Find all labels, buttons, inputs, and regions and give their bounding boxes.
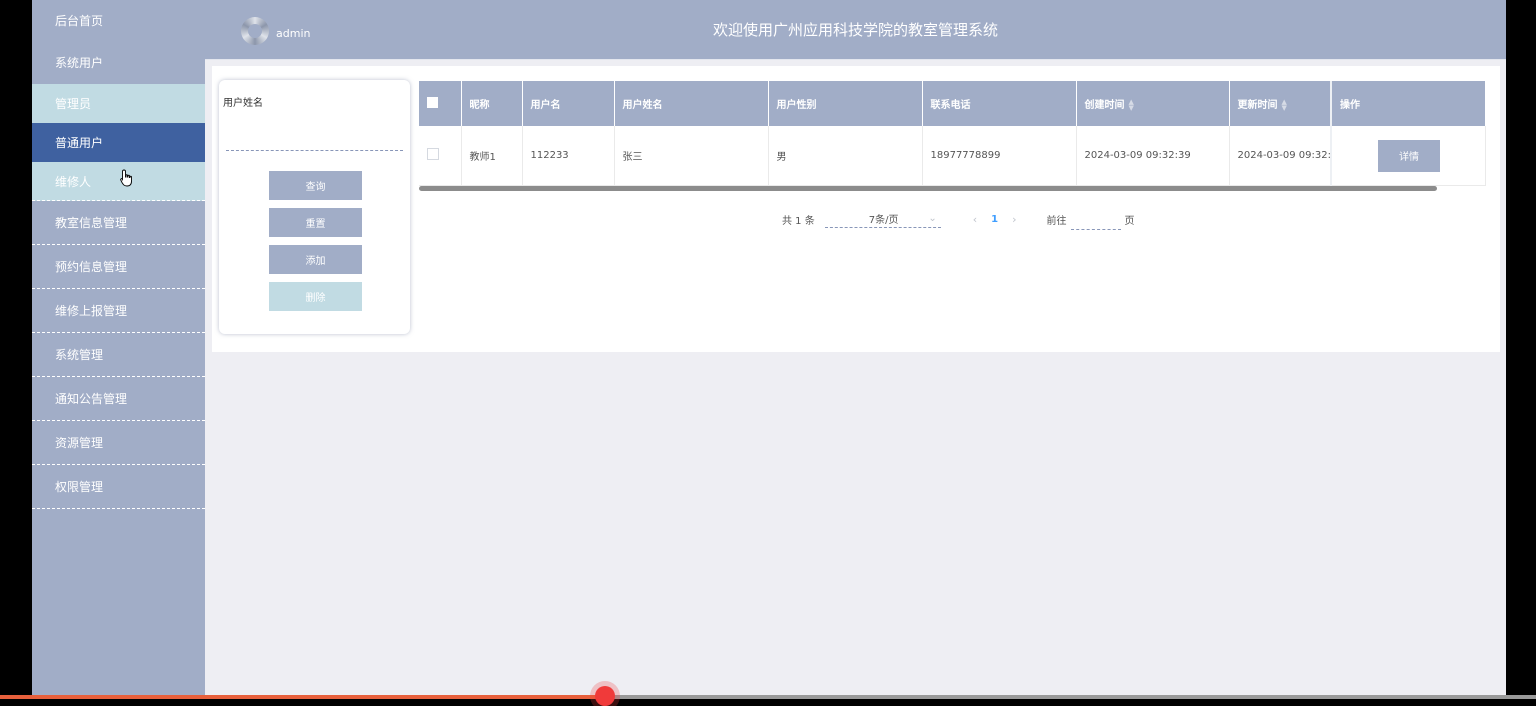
sidebar-item-label: 资源管理 (55, 436, 104, 450)
delete-button[interactable]: 删除 (269, 282, 362, 311)
cell-realname: 张三 (614, 126, 769, 186)
search-input[interactable] (226, 128, 403, 151)
hand-pointer-icon (120, 169, 134, 191)
top-header: admin 欢迎使用广州应用科技学院的教室管理系统 (205, 0, 1506, 60)
column-header-label: 创建时间 (1084, 100, 1125, 111)
column-header: 用户性别 (768, 81, 923, 126)
column-header: 联系电话 (922, 81, 1077, 126)
sidebar-item-home[interactable]: 后台首页 (32, 0, 205, 40)
sidebar-item-admin[interactable]: 管理员 (32, 84, 205, 123)
sidebar-item-label: 维修人 (55, 174, 92, 189)
search-field-label: 用户姓名 (223, 98, 263, 109)
table-header-row: 昵称 用户名 用户姓名 用户性别 联系电话 创建时间 ▲ ▼ 更新时间 ▲ ▼ 操作 (419, 81, 1486, 126)
cell-username: 112233 (522, 126, 615, 186)
sidebar-item-label: 后台首页 (55, 13, 104, 28)
sidebar-item-repair-staff[interactable]: 维修人 (32, 162, 205, 201)
sidebar-item-repair-report[interactable]: 维修上报管理 (32, 289, 205, 333)
sidebar-item-label: 系统管理 (55, 348, 104, 362)
column-header-label: 更新时间 (1237, 100, 1278, 111)
current-page-number[interactable]: 1 (991, 214, 998, 225)
cell-nickname: 教师1 (461, 126, 523, 186)
search-panel: 用户姓名 查询 重置 添加 删除 (219, 80, 410, 334)
sidebar-item-system-mgmt[interactable]: 系统管理 (32, 333, 205, 377)
column-header: 用户名 (522, 81, 615, 126)
page-size-value: 7条/页 (868, 215, 899, 226)
sidebar-item-classroom-info[interactable]: 教室信息管理 (32, 201, 205, 245)
pagination-total: 共 1 条 (782, 215, 815, 227)
sidebar-item-label: 教室信息管理 (55, 216, 128, 230)
sidebar-item-label: 普通用户 (55, 136, 104, 150)
column-header-updated[interactable]: 更新时间 ▲ ▼ (1229, 81, 1332, 126)
column-header: 昵称 (461, 81, 523, 126)
sidebar-item-system-users[interactable]: 系统用户 (32, 40, 205, 84)
sidebar-item-resources[interactable]: 资源管理 (32, 421, 205, 465)
sort-caret-icon[interactable]: ▲ ▼ (1129, 99, 1134, 112)
goto-page-input[interactable] (1070, 208, 1121, 230)
select-all-cell[interactable] (419, 81, 462, 126)
next-page-icon[interactable]: › (1012, 213, 1016, 226)
data-table: 昵称 用户名 用户姓名 用户性别 联系电话 创建时间 ▲ ▼ 更新时间 ▲ ▼ 操作 教… (419, 81, 1486, 186)
main-content: 用户姓名 查询 重置 添加 删除 昵称 用户名 用户姓名 用户性别 联系电话 创… (212, 66, 1500, 352)
cell-actions: 详情 (1330, 126, 1486, 186)
select-all-checkbox[interactable] (427, 96, 438, 108)
sidebar-item-label: 通知公告管理 (55, 392, 128, 406)
horizontal-scrollbar[interactable] (419, 186, 1437, 191)
detail-button[interactable]: 详情 (1378, 139, 1440, 172)
sidebar-item-notice[interactable]: 通知公告管理 (32, 377, 205, 421)
progress-knob[interactable] (595, 686, 616, 706)
sidebar-item-permissions[interactable]: 权限管理 (32, 465, 205, 509)
row-select-cell[interactable] (419, 126, 462, 186)
sidebar-item-reservation[interactable]: 预约信息管理 (32, 245, 205, 289)
cell-phone: 18977778899 (922, 126, 1077, 186)
sort-caret-icon[interactable]: ▲ ▼ (1282, 99, 1287, 112)
query-button[interactable]: 查询 (269, 171, 362, 200)
column-header-created[interactable]: 创建时间 ▲ ▼ (1076, 81, 1230, 126)
page-title: 欢迎使用广州应用科技学院的教室管理系统 (712, 21, 998, 39)
sidebar: 后台首页 系统用户 管理员 普通用户 维修人 教室信息管理 预约信息管理 维修上… (32, 0, 205, 699)
reset-button[interactable]: 重置 (269, 208, 362, 237)
cell-updated: 2024-03-09 09:32:3 (1229, 126, 1332, 186)
page-size-select[interactable]: 7条/页 ⌄ (824, 210, 941, 228)
chevron-down-icon: ⌄ (928, 213, 937, 224)
cell-gender: 男 (768, 126, 923, 186)
progress-fill (0, 695, 606, 699)
column-header: 操作 (1330, 81, 1486, 126)
video-progress-bar[interactable] (0, 686, 1536, 706)
row-checkbox[interactable] (427, 148, 439, 160)
sidebar-item-label: 预约信息管理 (55, 260, 128, 274)
data-table-container: 昵称 用户名 用户姓名 用户性别 联系电话 创建时间 ▲ ▼ 更新时间 ▲ ▼ 操作 教… (419, 81, 1486, 192)
app-window: 后台首页 系统用户 管理员 普通用户 维修人 教室信息管理 预约信息管理 维修上… (32, 0, 1506, 699)
column-header: 用户姓名 (614, 81, 769, 126)
page-suffix: 页 (1124, 215, 1135, 227)
sidebar-item-label: 维修上报管理 (55, 304, 128, 318)
goto-label: 前往 (1046, 215, 1067, 227)
sidebar-item-normal-users[interactable]: 普通用户 (32, 123, 205, 162)
sidebar-item-label: 系统用户 (55, 55, 104, 70)
add-button[interactable]: 添加 (269, 245, 362, 274)
sidebar-item-label: 管理员 (55, 97, 92, 111)
pagination: 共 1 条 7条/页 ⌄ ‹ 1 › 前往 页 (782, 208, 1135, 230)
cell-created: 2024-03-09 09:32:39 (1076, 126, 1230, 186)
sidebar-item-label: 权限管理 (55, 480, 104, 494)
table-row: 教师1 112233 张三 男 18977778899 2024-03-09 0… (419, 126, 1486, 186)
prev-page-icon[interactable]: ‹ (973, 213, 977, 226)
